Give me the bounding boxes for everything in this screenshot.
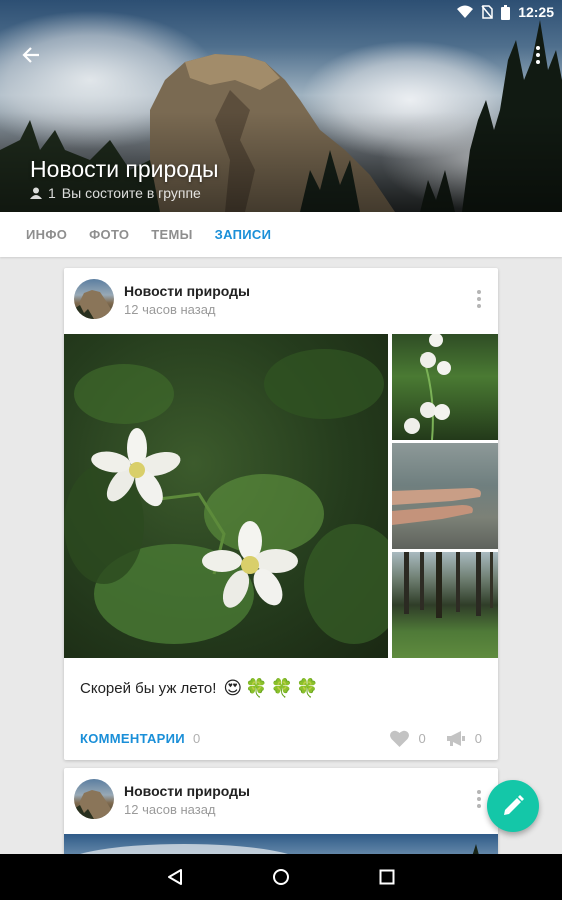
person-icon [30, 187, 42, 199]
more-vert-icon-dot [477, 797, 481, 801]
more-vert-icon [477, 290, 481, 294]
nav-recents-icon[interactable] [378, 868, 396, 886]
more-vert-icon-dot [536, 53, 540, 57]
heart-icon[interactable] [389, 730, 409, 747]
group-membership: 1 Вы состоите в группе [30, 185, 201, 201]
megaphone-icon[interactable] [446, 730, 465, 747]
avatar-mountain-image [74, 790, 114, 819]
wifi-icon [457, 5, 474, 18]
post-more-button[interactable] [476, 790, 482, 808]
no-sim-icon [481, 5, 493, 19]
clover-emoji: 🍀 [245, 678, 268, 698]
likes-count: 0 [418, 730, 426, 746]
more-vert-icon-dot [536, 60, 540, 64]
post-photo-main[interactable] [64, 334, 388, 658]
nav-back-icon[interactable] [166, 868, 184, 886]
tab-topics[interactable]: ТЕМЫ [151, 227, 192, 242]
more-vert-icon-dot [477, 297, 481, 301]
more-vert-icon [477, 790, 481, 794]
more-vert-icon-dot [477, 304, 481, 308]
clover-emoji: 🍀 [270, 678, 293, 698]
new-post-button[interactable] [487, 780, 539, 832]
comments-count: 0 [192, 730, 201, 746]
avatar[interactable] [74, 279, 114, 319]
post-time: 12 часов назад [124, 802, 216, 817]
anemone-flowers-image [64, 349, 388, 644]
group-header: 12:25 Новости природы 1 Вы состоите в гр… [0, 0, 562, 212]
post-card: Новости природы 12 часов назад [64, 768, 498, 868]
status-bar: 12:25 [0, 0, 562, 24]
avatar-mountain-image [74, 290, 114, 319]
group-title: Новости природы [30, 156, 219, 182]
tab-info[interactable]: ИНФО [26, 227, 67, 242]
tab-photos[interactable]: ФОТО [89, 227, 129, 242]
post-text: Скорей бы уж лето! 😍 🍀 🍀 🍀 [80, 678, 318, 699]
more-vert-icon-dot [477, 804, 481, 808]
post-text-body: Скорей бы уж лето! [80, 680, 217, 697]
comments-button[interactable]: КОММЕНТАРИИ [80, 731, 185, 746]
post-photo-forest[interactable] [392, 552, 498, 658]
pencil-icon [504, 795, 524, 815]
post-reactions: 0 0 [389, 730, 482, 747]
lily-of-the-valley-image [404, 334, 451, 440]
nav-home-icon[interactable] [272, 868, 290, 886]
post-actions: КОММЕНТАРИИ 0 0 0 [80, 728, 482, 748]
post-header: Новости природы 12 часов назад [64, 768, 498, 834]
back-arrow-icon [22, 47, 39, 63]
members-count: 1 [48, 185, 56, 201]
post-photo-lily-of-the-valley[interactable] [392, 334, 498, 440]
post-author[interactable]: Новости природы [124, 783, 250, 799]
membership-text: Вы состоите в группе [61, 185, 201, 201]
forest-image [404, 552, 493, 618]
post-time: 12 часов назад [124, 302, 216, 317]
shares-count: 0 [474, 730, 482, 746]
post-author[interactable]: Новости природы [124, 283, 250, 299]
more-options-button[interactable] [528, 40, 548, 70]
clover-emoji: 🍀 [295, 678, 319, 698]
battery-icon [501, 4, 511, 20]
tab-posts[interactable]: ЗАПИСИ [215, 227, 272, 242]
back-button[interactable] [16, 40, 46, 70]
system-navigation-bar [0, 854, 562, 900]
feet-in-water-image [392, 488, 481, 525]
post-card: Новости природы 12 часов назад [64, 268, 498, 760]
post-header: Новости природы 12 часов назад [64, 268, 498, 334]
avatar[interactable] [74, 779, 114, 819]
heart-eyes-emoji: 😍 [223, 678, 243, 698]
status-time: 12:25 [518, 4, 554, 20]
post-more-button[interactable] [476, 290, 482, 308]
more-vert-icon [536, 46, 540, 50]
post-photo-feet-in-water[interactable] [392, 443, 498, 549]
group-tabs: ИНФО ФОТО ТЕМЫ ЗАПИСИ [0, 212, 562, 257]
